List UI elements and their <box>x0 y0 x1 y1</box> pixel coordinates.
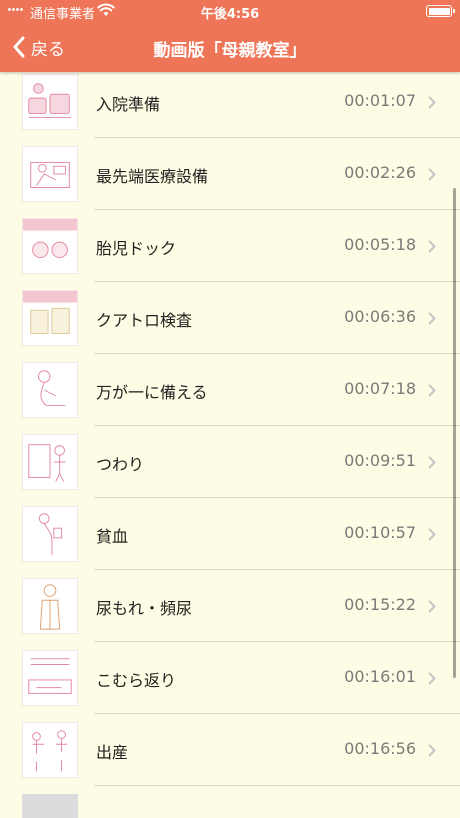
video-title: 貧血 <box>96 527 129 546</box>
video-thumbnail <box>22 578 78 634</box>
list-item-video[interactable]: 出産 00:16:56 <box>0 714 460 786</box>
chevron-right-icon <box>428 240 436 253</box>
video-title: 尿もれ・頻尿 <box>96 599 193 618</box>
list-item-video[interactable]: クアトロ検査 00:06:36 <box>0 282 460 354</box>
video-thumbnail <box>22 722 78 778</box>
video-title: 入院準備 <box>96 95 161 114</box>
video-thumbnail <box>22 218 78 274</box>
list-item-video[interactable]: 最先端医療設備 00:02:26 <box>0 138 460 210</box>
video-duration: 00:09:51 <box>344 451 416 470</box>
video-duration: 00:06:36 <box>344 307 416 326</box>
video-duration: 00:07:18 <box>344 379 416 398</box>
scrollbar[interactable] <box>453 188 456 678</box>
video-thumbnail <box>22 146 78 202</box>
chevron-right-icon <box>428 600 436 613</box>
video-thumbnail <box>22 290 78 346</box>
chevron-right-icon <box>428 96 436 109</box>
video-thumbnail <box>22 434 78 490</box>
video-duration: 00:16:01 <box>344 667 416 686</box>
list-item-video[interactable]: 貧血 00:10:57 <box>0 498 460 570</box>
video-title: 万が一に備える <box>96 383 208 402</box>
video-title: クアトロ検査 <box>96 311 193 330</box>
video-title: 出産 <box>96 743 129 762</box>
video-thumbnail <box>22 794 78 818</box>
video-duration: 00:01:07 <box>344 91 416 110</box>
battery-icon <box>426 5 455 17</box>
video-duration: 00:05:18 <box>344 235 416 254</box>
video-title: つわり <box>96 455 145 474</box>
chevron-right-icon <box>428 456 436 469</box>
page-title: 動画版「母親教室」 <box>153 41 307 61</box>
status-bar: 通信事業者 午後4:56 <box>0 0 460 22</box>
chevron-right-icon <box>428 744 436 757</box>
chevron-right-icon <box>428 168 436 181</box>
video-duration: 00:15:22 <box>344 595 416 614</box>
video-thumbnail <box>22 650 78 706</box>
video-duration: 00:16:56 <box>344 739 416 758</box>
video-thumbnail <box>22 362 78 418</box>
chevron-right-icon <box>428 312 436 325</box>
list-item-video[interactable]: つわり 00:09:51 <box>0 426 460 498</box>
navigation-bar: 通信事業者 午後4:56 戻る 動画版「母親教室」 <box>0 0 460 72</box>
list-item-video[interactable]: 尿もれ・頻尿 00:15:22 <box>0 570 460 642</box>
video-title: こむら返り <box>96 671 177 690</box>
video-duration: 00:10:57 <box>344 523 416 542</box>
list-item-video[interactable]: 胎児ドック 00:05:18 <box>0 210 460 282</box>
list-item-video[interactable] <box>0 786 460 818</box>
status-time: 午後4:56 <box>200 7 260 22</box>
video-title: 最先端医療設備 <box>96 167 209 186</box>
chevron-right-icon <box>428 384 436 397</box>
list-item-video[interactable]: 入院準備 00:01:07 <box>0 66 460 138</box>
chevron-right-icon <box>428 672 436 685</box>
video-list[interactable]: 入院準備 00:01:07 最先端医療設備 00:02:26 胎児ドック 00:… <box>0 66 460 818</box>
list-item-video[interactable]: こむら返り 00:16:01 <box>0 642 460 714</box>
video-title: 胎児ドック <box>96 239 177 258</box>
video-thumbnail <box>22 74 78 130</box>
video-thumbnail <box>22 506 78 562</box>
video-duration: 00:02:26 <box>344 163 416 182</box>
chevron-right-icon <box>428 528 436 541</box>
list-item-video[interactable]: 万が一に備える 00:07:18 <box>0 354 460 426</box>
